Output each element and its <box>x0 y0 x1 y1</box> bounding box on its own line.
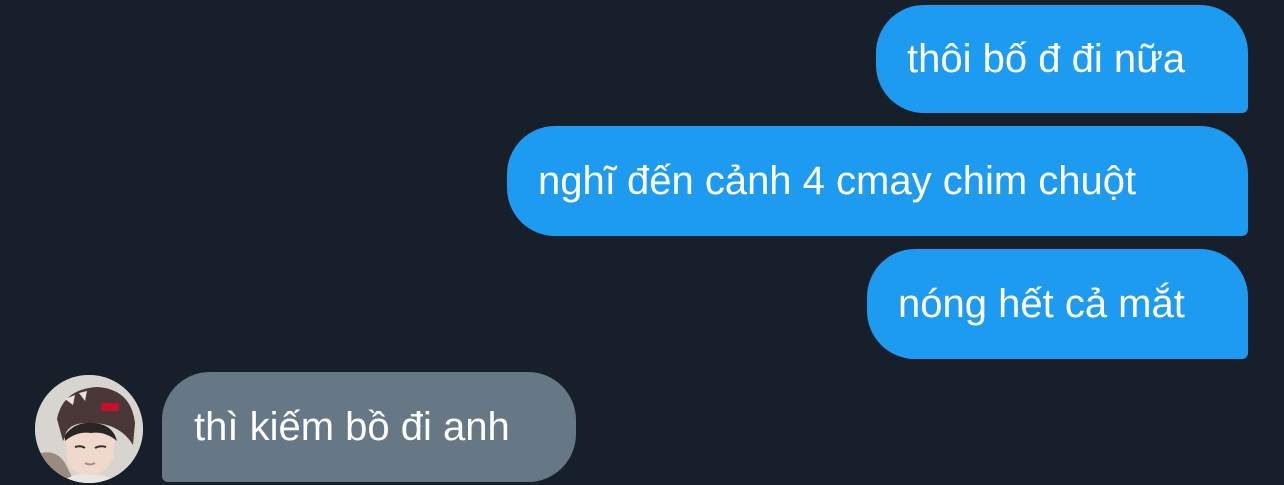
avatar-photo-icon <box>35 375 143 483</box>
sent-message-bubble[interactable]: nóng hết cả mắt <box>867 249 1248 359</box>
received-message-bubble[interactable]: thì kiếm bồ đi anh <box>162 372 576 482</box>
message-text: thì kiếm bồ đi anh <box>194 405 510 449</box>
sent-message-bubble[interactable]: thôi bố đ đi nữa <box>876 5 1248 113</box>
message-text: nóng hết cả mắt <box>898 282 1185 326</box>
sent-message-bubble[interactable]: nghĩ đến cảnh 4 cmay chim chuột <box>507 126 1248 236</box>
contact-avatar[interactable] <box>35 375 143 483</box>
message-thread: thôi bố đ đi nữa nghĩ đến cảnh 4 cmay ch… <box>0 0 1284 485</box>
message-text: nghĩ đến cảnh 4 cmay chim chuột <box>538 159 1137 203</box>
message-text: thôi bố đ đi nữa <box>907 37 1186 81</box>
